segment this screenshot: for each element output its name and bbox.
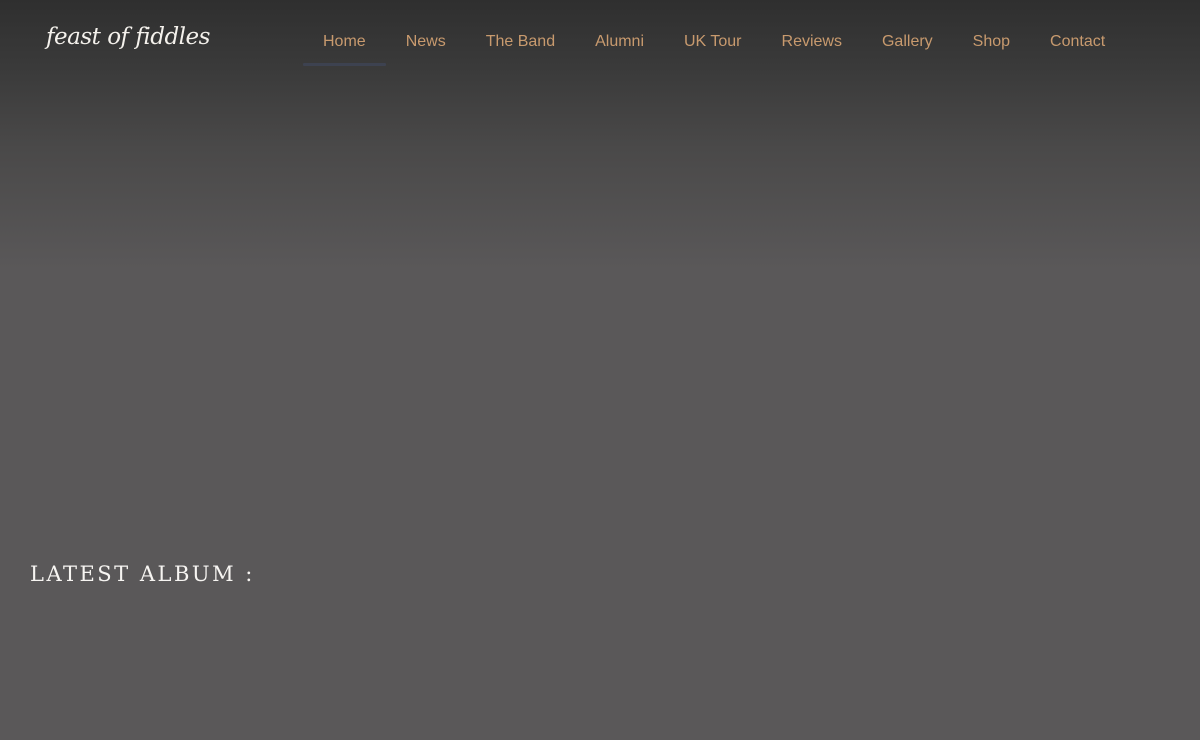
latest-album-heading: LATEST ALBUM : [30,562,255,586]
nav-item-shop[interactable]: Shop [953,22,1030,66]
nav-item-alumni[interactable]: Alumni [575,22,664,66]
site-logo[interactable]: feast of fiddles [46,24,210,50]
site-header: feast of fiddles Home News The Band Alum… [0,0,1200,86]
nav-item-gallery[interactable]: Gallery [862,22,953,66]
nav-item-uk-tour[interactable]: UK Tour [664,22,762,66]
nav-item-home[interactable]: Home [303,22,386,66]
nav-item-contact[interactable]: Contact [1030,22,1125,66]
nav-item-reviews[interactable]: Reviews [762,22,862,66]
nav-item-news[interactable]: News [386,22,466,66]
main-nav: Home News The Band Alumni UK Tour Review… [303,22,1125,66]
nav-item-the-band[interactable]: The Band [466,22,575,66]
